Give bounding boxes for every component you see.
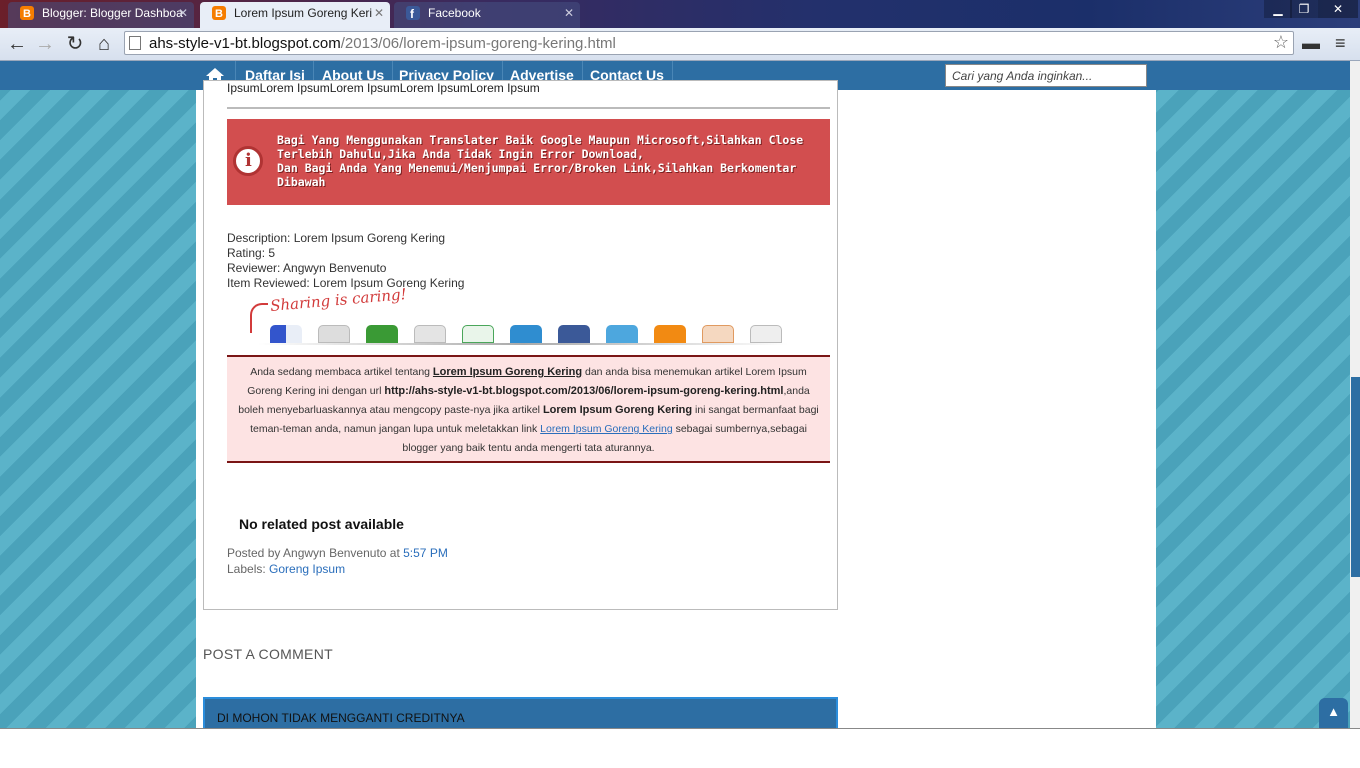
- browser-chrome: Blogger: Blogger Dashboa ✕ Lorem Ipsum G…: [0, 0, 1360, 61]
- post-timestamp-link[interactable]: 5:57 PM: [403, 546, 448, 560]
- tab-label: Lorem Ipsum Goreng Keri: [234, 6, 373, 20]
- post-comment-heading: POST A COMMENT: [203, 646, 333, 662]
- back-to-top-button[interactable]: ▲: [1319, 698, 1348, 728]
- reload-icon[interactable]: ↻: [63, 33, 87, 55]
- bookmark-star-icon[interactable]: ☆: [1273, 32, 1289, 53]
- search-input[interactable]: Cari yang Anda inginkan...: [945, 64, 1147, 87]
- minimize-icon[interactable]: ▁: [1264, 0, 1292, 18]
- post-footer-author: Posted by Angwyn Benvenuto at 5:57 PM: [227, 546, 448, 560]
- review-reviewer: Reviewer: Angwyn Benvenuto: [227, 261, 387, 275]
- notice-title: Lorem Ipsum Goreng Kering: [432, 366, 583, 378]
- close-tab-icon[interactable]: ✕: [564, 2, 574, 24]
- post-text: IpsumLorem IpsumLorem IpsumLorem IpsumLo…: [227, 81, 540, 95]
- scrollbar-thumb[interactable]: [1351, 377, 1360, 577]
- url-text: ahs-style-v1-bt.blogspot.com/2013/06/lor…: [149, 35, 616, 52]
- tab-strip: Blogger: Blogger Dashboa ✕ Lorem Ipsum G…: [0, 0, 1360, 28]
- chat-icon[interactable]: [366, 325, 398, 343]
- facebook-share-icon[interactable]: [558, 325, 590, 343]
- restore-icon[interactable]: ❐: [1290, 0, 1318, 18]
- rss-icon[interactable]: [702, 325, 734, 343]
- tab-label: Facebook: [428, 6, 481, 20]
- address-bar[interactable]: ahs-style-v1-bt.blogspot.com/2013/06/lor…: [124, 31, 1294, 55]
- blogger-icon: [212, 3, 226, 25]
- close-window-icon[interactable]: ✕: [1318, 0, 1358, 18]
- stumbleupon-icon[interactable]: [462, 325, 494, 343]
- notice-link[interactable]: Lorem Ipsum Goreng Kering: [540, 423, 672, 435]
- review-description: Description: Lorem Ipsum Goreng Kering: [227, 231, 446, 245]
- sharing-divider: [258, 343, 788, 345]
- page-icon: [129, 36, 141, 50]
- copyright-notice: Anda sedang membaca artikel tentang Lore…: [227, 355, 830, 463]
- tab-blogger-dashboard[interactable]: Blogger: Blogger Dashboa ✕: [8, 2, 194, 28]
- twitter-icon[interactable]: [606, 325, 638, 343]
- reddit-icon[interactable]: [414, 325, 446, 343]
- home-icon[interactable]: ⌂: [92, 33, 116, 55]
- review-rating: Rating: 5: [227, 246, 276, 260]
- translator-alert: Bagi Yang Menggunakan Translater Baik Go…: [227, 119, 830, 205]
- print-icon[interactable]: [318, 325, 350, 343]
- main-content: IpsumLorem IpsumLorem IpsumLorem IpsumLo…: [196, 80, 1156, 728]
- tab-facebook[interactable]: Facebook ✕: [394, 2, 580, 28]
- facebook-icon: [406, 3, 420, 25]
- divider: [227, 107, 830, 109]
- review-item: Item Reviewed: Lorem Ipsum Goreng Kering: [227, 276, 465, 290]
- tab-label: Blogger: Blogger Dashboa: [42, 6, 183, 20]
- notice-url: http://ahs-style-v1-bt.blogspot.com/2013…: [384, 385, 784, 397]
- browser-toolbar: ← → ↻ ⌂ ahs-style-v1-bt.blogspot.com/201…: [0, 28, 1360, 61]
- technorati-icon[interactable]: [510, 325, 542, 343]
- forward-arrow-icon[interactable]: →: [33, 33, 57, 55]
- back-arrow-icon[interactable]: ←: [5, 33, 29, 55]
- credit-box: DI MOHON TIDAK MENGGANTI CREDITNYA: [203, 697, 838, 728]
- web-page: Daftar Isi About Us Privacy Policy Adver…: [0, 61, 1360, 728]
- tab-lorem-ipsum[interactable]: Lorem Ipsum Goreng Keri ✕: [200, 2, 390, 28]
- notice-title-bold: Lorem Ipsum Goreng Kering: [542, 404, 693, 416]
- info-icon: [233, 146, 263, 176]
- related-posts: No related post available: [239, 516, 404, 532]
- sharing-bar: Sharing is caring!: [250, 285, 810, 347]
- blogger-icon: [20, 3, 34, 25]
- close-tab-icon[interactable]: ✕: [374, 2, 384, 24]
- email-icon[interactable]: [750, 325, 782, 343]
- status-strip: [0, 728, 1360, 768]
- delicious-icon[interactable]: [270, 325, 302, 343]
- alert-text: Bagi Yang Menggunakan Translater Baik Go…: [277, 133, 804, 189]
- close-tab-icon[interactable]: ✕: [178, 2, 188, 24]
- arrow-icon: [250, 303, 268, 333]
- post-footer-labels: Labels: Goreng Ipsum: [227, 562, 346, 576]
- label-link[interactable]: Goreng Ipsum: [269, 562, 345, 576]
- post-body: IpsumLorem IpsumLorem IpsumLorem IpsumLo…: [203, 80, 838, 610]
- menu-icon[interactable]: ≡: [1335, 33, 1346, 54]
- blogger-share-icon[interactable]: [654, 325, 686, 343]
- extension-icon[interactable]: ▬: [1302, 33, 1320, 54]
